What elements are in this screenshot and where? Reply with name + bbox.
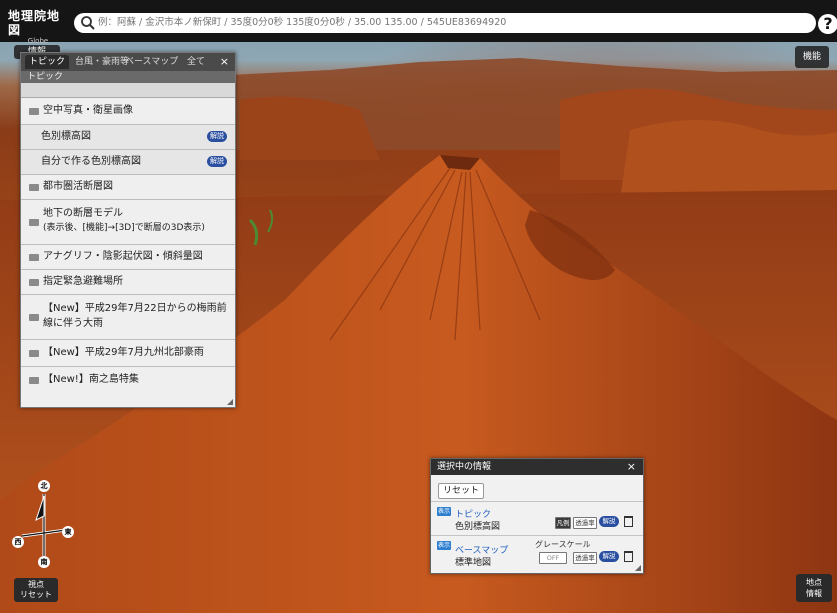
trash-icon[interactable]	[624, 551, 633, 562]
list-item-label: 【New】平成29年7月22日からの梅雨前	[43, 303, 227, 314]
list-item-label-2: 線に伴う大雨	[43, 318, 103, 329]
compass-south: 南	[38, 556, 50, 568]
list-item-label: 都市圏活断層図	[43, 181, 113, 192]
resize-handle[interactable]	[635, 565, 641, 571]
search-box	[74, 13, 816, 33]
layer-name: 標準地図	[455, 558, 492, 568]
reset-view-button[interactable]: 視点 リセット	[14, 578, 58, 602]
folder-icon	[29, 350, 39, 357]
list-item[interactable]: 自分で作る色別標高図 解説	[21, 150, 235, 175]
list-item[interactable]: 【New】平成29年7月22日からの梅雨前 線に伴う大雨	[21, 295, 235, 340]
folder-icon	[29, 184, 39, 191]
divider	[431, 501, 643, 502]
logo-title: 地理院地図	[8, 9, 61, 37]
gsi-logo[interactable]: 地理院地図 Globe	[8, 9, 68, 45]
reset-button[interactable]: リセット	[438, 483, 484, 499]
list-item[interactable]: 都市圏活断層図	[21, 175, 235, 200]
list-item[interactable]: 地下の断層モデル (表示後、[機能]→[3D]で断層の3D表示)	[21, 200, 235, 245]
list-item-label: 指定緊急避難場所	[43, 276, 123, 287]
trash-icon[interactable]	[624, 516, 633, 527]
list-item-label: 色別標高図	[41, 131, 91, 142]
explain-button[interactable]: 解説	[599, 516, 619, 527]
list-item[interactable]: 色別標高図 解説	[21, 125, 235, 150]
panel-band	[21, 83, 235, 98]
topic-tabs: トピック 台風・豪雨等 ベースマップ 全て ×	[21, 53, 235, 71]
info-panel-title: 選択中の情報	[437, 462, 492, 472]
point-info-line2: 情報	[806, 589, 822, 598]
panel-subheader: トピック	[21, 71, 235, 83]
folder-icon	[29, 377, 39, 384]
close-icon[interactable]: ×	[627, 459, 636, 475]
legend-button[interactable]: 凡例	[555, 517, 571, 529]
list-item-label-2: (表示後、[機能]→[3D]で断層の3D表示)	[43, 223, 205, 233]
compass-north: 北	[38, 480, 50, 492]
folder-icon	[29, 279, 39, 286]
show-toggle[interactable]: 表示	[437, 541, 451, 550]
info-panel-header: 選択中の情報 ×	[431, 459, 643, 475]
compass-west: 西	[12, 536, 24, 548]
close-icon[interactable]: ×	[220, 54, 229, 70]
reset-view-line2: リセット	[20, 590, 52, 599]
reset-view-line1: 視点	[28, 580, 44, 589]
list-item-label: 【New】平成29年7月九州北部豪雨	[43, 347, 204, 358]
opacity-button[interactable]: 透過率	[573, 552, 597, 564]
show-toggle[interactable]: 表示	[437, 507, 451, 516]
tab-topic[interactable]: トピック	[25, 55, 70, 69]
layer-name: 色別標高図	[455, 522, 501, 532]
compass-east: 東	[62, 526, 74, 538]
list-item[interactable]: 【New!】南之島特集	[21, 367, 235, 393]
list-item[interactable]: 空中写真・衛星画像	[21, 98, 235, 125]
divider	[431, 535, 643, 536]
point-info-line1: 地点	[806, 578, 822, 587]
list-item-label: 地下の断層モデル	[43, 208, 123, 219]
header-bar: 地理院地図 Globe ?	[0, 0, 837, 45]
list-item-label: 【New!】南之島特集	[43, 374, 139, 385]
list-item[interactable]: 指定緊急避難場所	[21, 270, 235, 295]
folder-icon	[29, 254, 39, 261]
function-button[interactable]: 機能	[795, 46, 829, 68]
list-item-label: 自分で作る色別標高図	[41, 156, 141, 167]
selected-info-panel: 選択中の情報 × リセット 表示 トピック 色別標高図 凡例 透過率 解説 表示…	[430, 458, 644, 574]
compass[interactable]: 北 西 東 南	[12, 476, 76, 568]
grayscale-label: グレースケール	[535, 540, 591, 549]
list-item-label: 空中写真・衛星画像	[43, 105, 133, 116]
opacity-button[interactable]: 透過率	[573, 517, 597, 529]
topic-panel: トピック 台風・豪雨等 ベースマップ 全て × トピック 空中写真・衛星画像 色…	[20, 52, 236, 408]
folder-icon	[29, 219, 39, 226]
explain-button[interactable]: 解説	[207, 131, 227, 142]
help-icon[interactable]: ?	[818, 14, 837, 34]
tab-all[interactable]: 全て	[183, 55, 209, 69]
list-item[interactable]: 【New】平成29年7月九州北部豪雨	[21, 340, 235, 367]
tab-basemap[interactable]: ベースマップ	[121, 55, 182, 69]
list-item[interactable]: アナグリフ・陰影起伏図・傾斜量図	[21, 245, 235, 270]
resize-handle[interactable]	[227, 399, 233, 405]
explain-button[interactable]: 解説	[599, 551, 619, 562]
explain-button[interactable]: 解説	[207, 156, 227, 167]
folder-icon	[29, 108, 39, 115]
search-input[interactable]	[98, 14, 798, 31]
search-icon[interactable]	[80, 15, 96, 31]
list-item-label: アナグリフ・陰影起伏図・傾斜量図	[43, 251, 203, 262]
point-info-button[interactable]: 地点 情報	[796, 574, 832, 602]
folder-icon	[29, 314, 39, 321]
grayscale-toggle[interactable]: OFF	[539, 552, 567, 564]
